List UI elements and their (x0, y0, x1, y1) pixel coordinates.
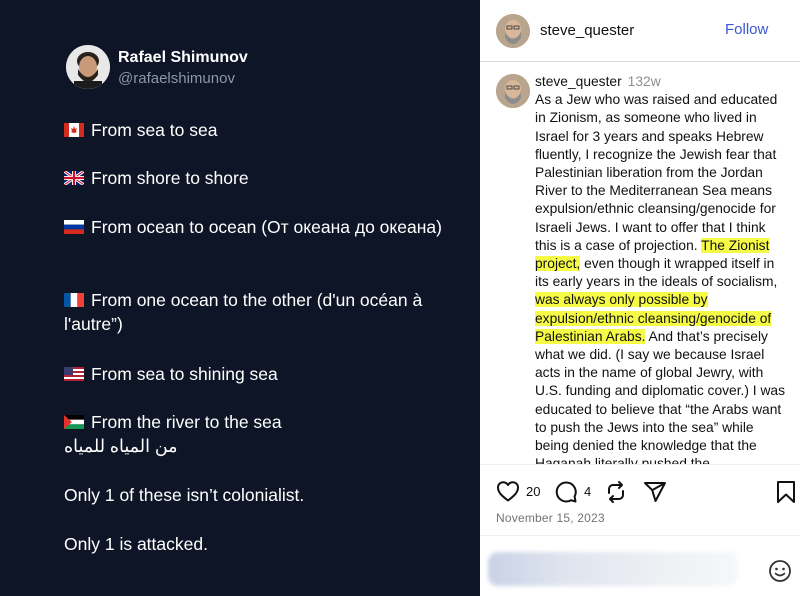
instagram-panel: steve_quester Follow steve_quester 132w A… (480, 0, 800, 596)
tweet-closing-1: Only 1 of these isn’t colonialist. (64, 485, 305, 505)
palestine-flag-icon (64, 415, 84, 429)
caption-username[interactable]: steve_quester (535, 74, 622, 89)
follow-button[interactable]: Follow (725, 21, 768, 38)
tweet-line-usa: From sea to shining sea (64, 362, 454, 386)
tweet-line-canada: From sea to sea (64, 118, 454, 142)
tweet-closing-2: Only 1 is attacked. (64, 534, 208, 554)
arabic-text: من المياه للمياه (64, 436, 178, 456)
bookmark-icon[interactable] (776, 480, 796, 504)
caption-text: steve_quester 132w As a Jew who was raise… (535, 73, 790, 464)
poster-avatar[interactable] (496, 14, 530, 48)
tweet-line-text: From ocean to ocean (От океана до океана… (91, 217, 442, 237)
repost-icon[interactable] (604, 480, 628, 504)
post-date: November 15, 2023 (496, 511, 605, 525)
tweet-line-text: From one ocean to the other (d'un océan … (64, 290, 423, 334)
france-flag-icon (64, 293, 84, 307)
author-name[interactable]: Rafael Shimunov (118, 49, 248, 67)
caption-part-1: As a Jew who was raised and educated in … (535, 92, 778, 253)
blurred-comment-input[interactable] (488, 552, 738, 586)
emoji-icon[interactable] (768, 559, 792, 588)
tweet-line-text: From sea to sea (91, 120, 218, 140)
usa-flag-icon (64, 367, 84, 381)
caption-part-3: And that’s precisely what we did. (I say… (535, 328, 786, 464)
tweet-line-palestine: From the river to the sea (64, 410, 454, 434)
canada-flag-icon (64, 123, 84, 137)
tweet-line-france: From one ocean to the other (d'un océan … (64, 288, 454, 336)
comments-count[interactable]: 4 (584, 484, 591, 499)
author-handle[interactable]: @rafaelshimunov (118, 70, 235, 87)
uk-flag-icon (64, 171, 84, 185)
comment-box (480, 535, 800, 596)
tweet-panel: Rafael Shimunov @rafaelshimunov From sea… (0, 0, 480, 596)
caption-area[interactable]: steve_quester 132w As a Jew who was raise… (480, 62, 800, 464)
tweet-line-uk: From shore to shore (64, 166, 454, 190)
caption-avatar[interactable] (496, 74, 530, 108)
russia-flag-icon (64, 220, 84, 234)
author-avatar[interactable] (66, 45, 110, 89)
post-header: steve_quester Follow (480, 0, 800, 62)
tweet-line-text: From the river to the sea (91, 412, 282, 432)
heart-icon[interactable] (496, 480, 520, 502)
tweet-line-text: From sea to shining sea (91, 364, 278, 384)
caption-age: 132w (627, 74, 661, 89)
tweet-arabic-line: من المياه للمياه (64, 434, 454, 458)
likes-count[interactable]: 20 (526, 484, 540, 499)
share-icon[interactable] (643, 480, 667, 504)
tweet-line-text: From shore to shore (91, 168, 249, 188)
poster-username[interactable]: steve_quester (540, 22, 634, 39)
tweet-line-russia: From ocean to ocean (От океана до океана… (64, 215, 454, 239)
comment-icon[interactable] (554, 480, 578, 504)
